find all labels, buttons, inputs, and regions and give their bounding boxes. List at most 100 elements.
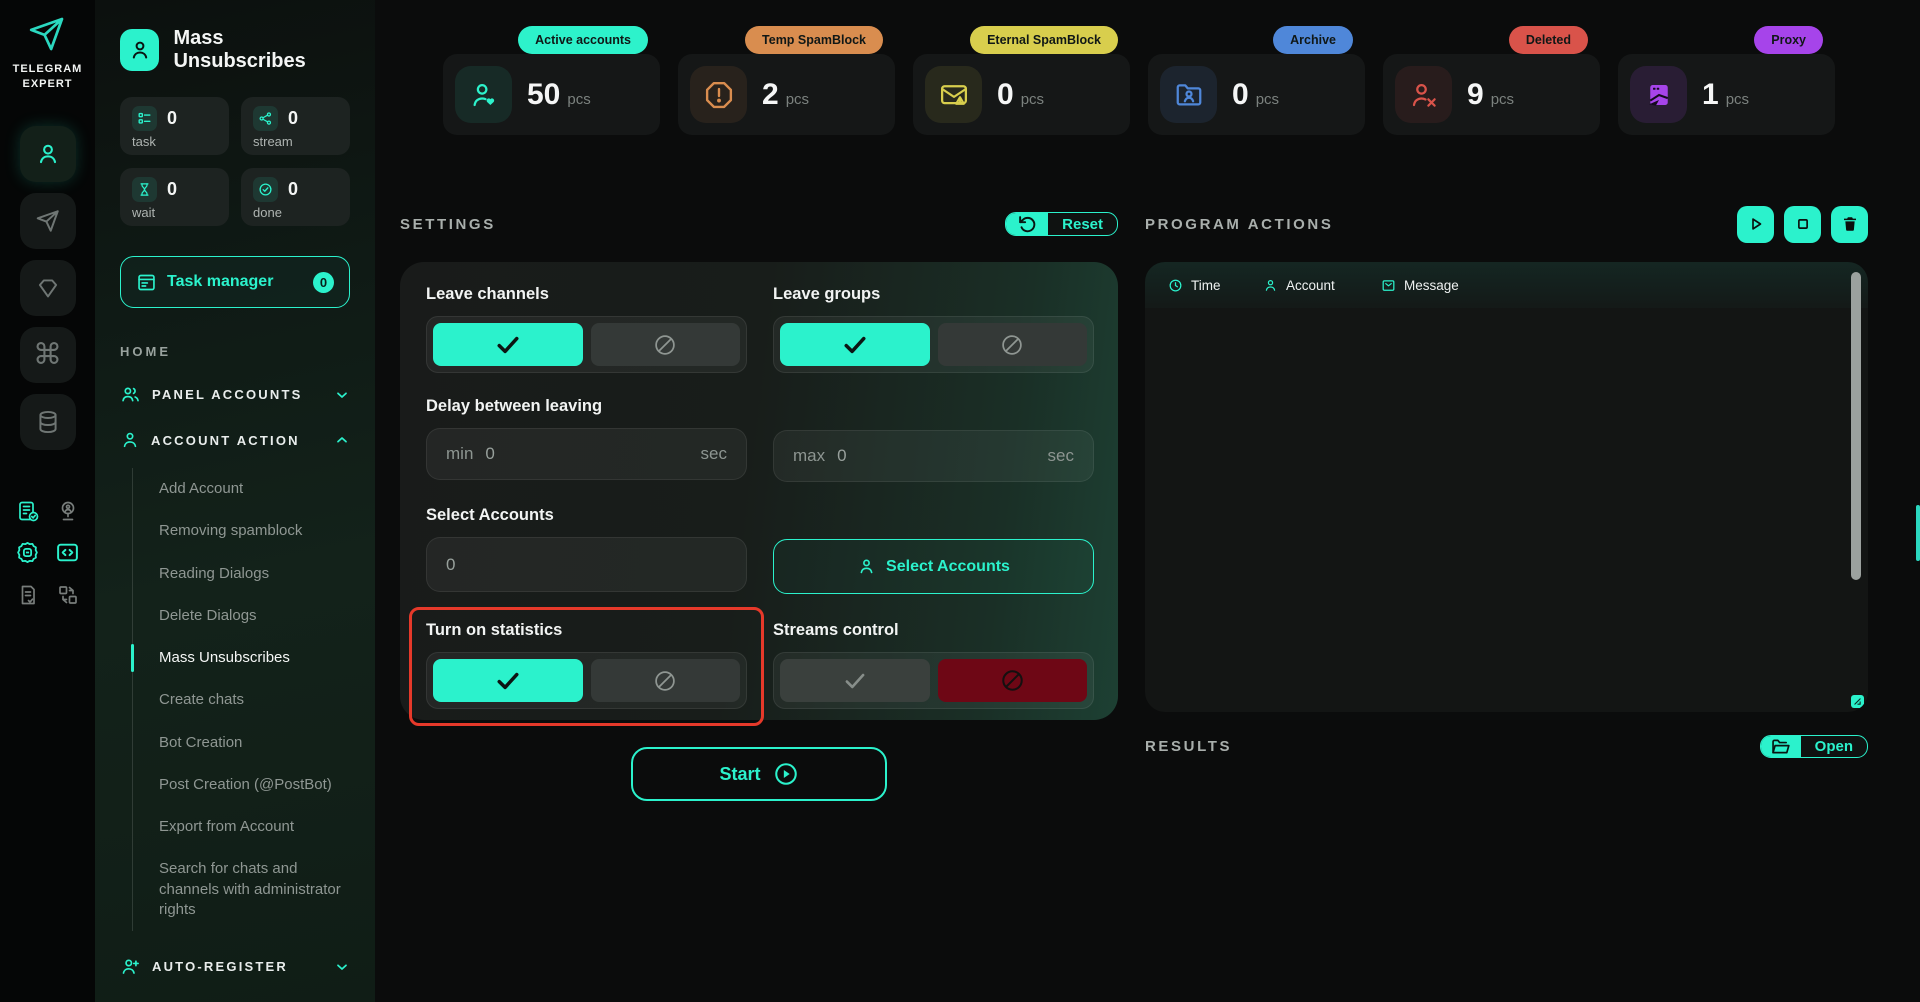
user-plus-icon <box>120 956 141 977</box>
submenu-item-post-creation[interactable]: Post Creation (@PostBot) <box>133 764 350 806</box>
column-account: Account <box>1263 278 1381 293</box>
rail-accounts-button[interactable] <box>20 126 76 182</box>
stat-unit: pcs <box>1021 91 1044 108</box>
ban-icon <box>999 667 1026 694</box>
counter-wait: 0 wait <box>120 168 229 226</box>
streams-on-button[interactable] <box>780 659 930 702</box>
stat-badge: Active accounts <box>518 26 648 54</box>
task-window-icon <box>136 272 157 293</box>
table-header: Time Account Message <box>1145 262 1868 308</box>
field-label: Leave channels <box>426 285 747 304</box>
gear-icon[interactable] <box>15 540 41 566</box>
page-avatar <box>120 29 159 71</box>
user-icon <box>120 430 140 450</box>
open-results-button[interactable]: Open <box>1760 735 1868 758</box>
table-scrollbar[interactable] <box>1851 272 1861 580</box>
counter-label: stream <box>253 134 338 149</box>
stat-value: 1 <box>1702 78 1719 112</box>
icon-rail: TELEGRAM EXPERT <box>0 0 95 1002</box>
submenu-item-add-account[interactable]: Add Account <box>133 468 350 510</box>
page-scrollbar[interactable] <box>1916 505 1920 561</box>
sidebar-item-label: PANEL ACCOUNTS <box>152 387 302 402</box>
trash-button[interactable] <box>1831 206 1868 243</box>
column-label: Message <box>1404 278 1459 293</box>
folder-open-icon <box>1761 736 1801 757</box>
leave-channels-off-button[interactable] <box>591 323 741 366</box>
select-accounts-count-input[interactable]: 0 <box>426 537 747 592</box>
folder-user-icon <box>1160 66 1217 123</box>
play-button[interactable] <box>1737 206 1774 243</box>
page-title: Mass Unsubscribes <box>173 27 350 73</box>
submenu-item-mass-unsubscribes[interactable]: Mass Unsubscribes <box>133 637 350 679</box>
open-results-label: Open <box>1801 736 1867 757</box>
submenu-item-delete-dialogs[interactable]: Delete Dialogs <box>133 595 350 637</box>
statistics-off-button[interactable] <box>591 659 741 702</box>
chevron-down-icon <box>334 387 350 403</box>
paper-plane-logo-icon <box>27 14 67 54</box>
rail-nav: ⌘ <box>20 126 76 450</box>
column-label: Time <box>1191 278 1221 293</box>
results-title: RESULTS <box>1145 738 1232 755</box>
check-icon <box>494 331 522 359</box>
rail-commands-button[interactable]: ⌘ <box>20 327 76 383</box>
app-root: TELEGRAM EXPERT <box>0 0 1920 1002</box>
program-actions-buttons <box>1737 206 1868 243</box>
account-action-submenu: Add Account Removing spamblock Reading D… <box>132 468 350 931</box>
hourglass-icon <box>132 177 157 202</box>
sidebar: Mass Unsubscribes 0 task <box>95 0 375 1002</box>
webcam-user-icon[interactable] <box>55 498 81 524</box>
stat-badge: Proxy <box>1754 26 1823 54</box>
account-stats-row: Active accounts 50 pcs Temp SpamBlock <box>443 26 1835 135</box>
sidebar-item-panel-accounts[interactable]: PANEL ACCOUNTS <box>120 384 350 405</box>
stat-card-eternal-spamblock: Eternal SpamBlock 0 pcs <box>913 26 1130 135</box>
rail-sender-button[interactable] <box>20 193 76 249</box>
rotate-ccw-icon <box>1006 213 1048 235</box>
delay-max-input[interactable]: max 0 sec <box>773 430 1094 482</box>
sidebar-item-account-action[interactable]: ACCOUNT ACTION <box>120 430 350 450</box>
counter-value: 0 <box>288 179 298 200</box>
chevron-down-icon <box>334 959 350 975</box>
select-accounts-button[interactable]: Select Accounts <box>773 539 1094 594</box>
reset-button[interactable]: Reset <box>1005 212 1118 236</box>
stat-value: 0 <box>997 78 1014 112</box>
resize-corner-icon[interactable] <box>1851 695 1864 708</box>
code-window-icon[interactable] <box>55 540 81 566</box>
rail-database-button[interactable] <box>20 394 76 450</box>
submenu-item-removing-spamblock[interactable]: Removing spamblock <box>133 510 350 552</box>
results-section: RESULTS Open <box>1145 735 1868 758</box>
submenu-item-bot-creation[interactable]: Bot Creation <box>133 722 350 764</box>
document-check-icon[interactable] <box>15 582 41 608</box>
leave-groups-on-button[interactable] <box>780 323 930 366</box>
swap-panels-icon[interactable] <box>55 582 81 608</box>
start-button-label: Start <box>719 764 760 785</box>
submenu-item-export-from-account[interactable]: Export from Account <box>133 806 350 848</box>
leave-groups-toggle <box>773 316 1094 373</box>
stat-badge: Deleted <box>1509 26 1588 54</box>
submenu-item-search-admin-chats[interactable]: Search for chats and channels with admin… <box>133 848 350 931</box>
delay-min-input[interactable]: min 0 sec <box>426 428 747 480</box>
statistics-on-button[interactable] <box>433 659 583 702</box>
server-check-icon[interactable] <box>15 498 41 524</box>
task-manager-button[interactable]: Task manager 0 <box>120 256 350 308</box>
streams-off-button[interactable] <box>938 659 1088 702</box>
sidebar-item-auto-register[interactable]: AUTO-REGISTER <box>120 956 350 977</box>
envelope-icon <box>1381 278 1396 293</box>
submenu-item-reading-dialogs[interactable]: Reading Dialogs <box>133 553 350 595</box>
counter-task: 0 task <box>120 97 229 155</box>
play-circle-icon <box>773 761 799 787</box>
input-value: 0 <box>446 555 455 575</box>
leave-channels-on-button[interactable] <box>433 323 583 366</box>
home-section-label: HOME <box>120 344 350 359</box>
submenu-item-create-chats[interactable]: Create chats <box>133 679 350 721</box>
program-actions-title: PROGRAM ACTIONS <box>1145 216 1333 233</box>
stop-button[interactable] <box>1784 206 1821 243</box>
clock-icon <box>1168 278 1183 293</box>
trash-icon <box>1841 215 1859 233</box>
sidebar-item-label: AUTO-REGISTER <box>152 959 288 974</box>
stat-unit: pcs <box>1491 91 1514 108</box>
start-button[interactable]: Start <box>631 747 887 801</box>
leave-groups-off-button[interactable] <box>938 323 1088 366</box>
column-label: Account <box>1286 278 1335 293</box>
rail-footer-icons <box>15 498 81 608</box>
rail-premium-button[interactable] <box>20 260 76 316</box>
